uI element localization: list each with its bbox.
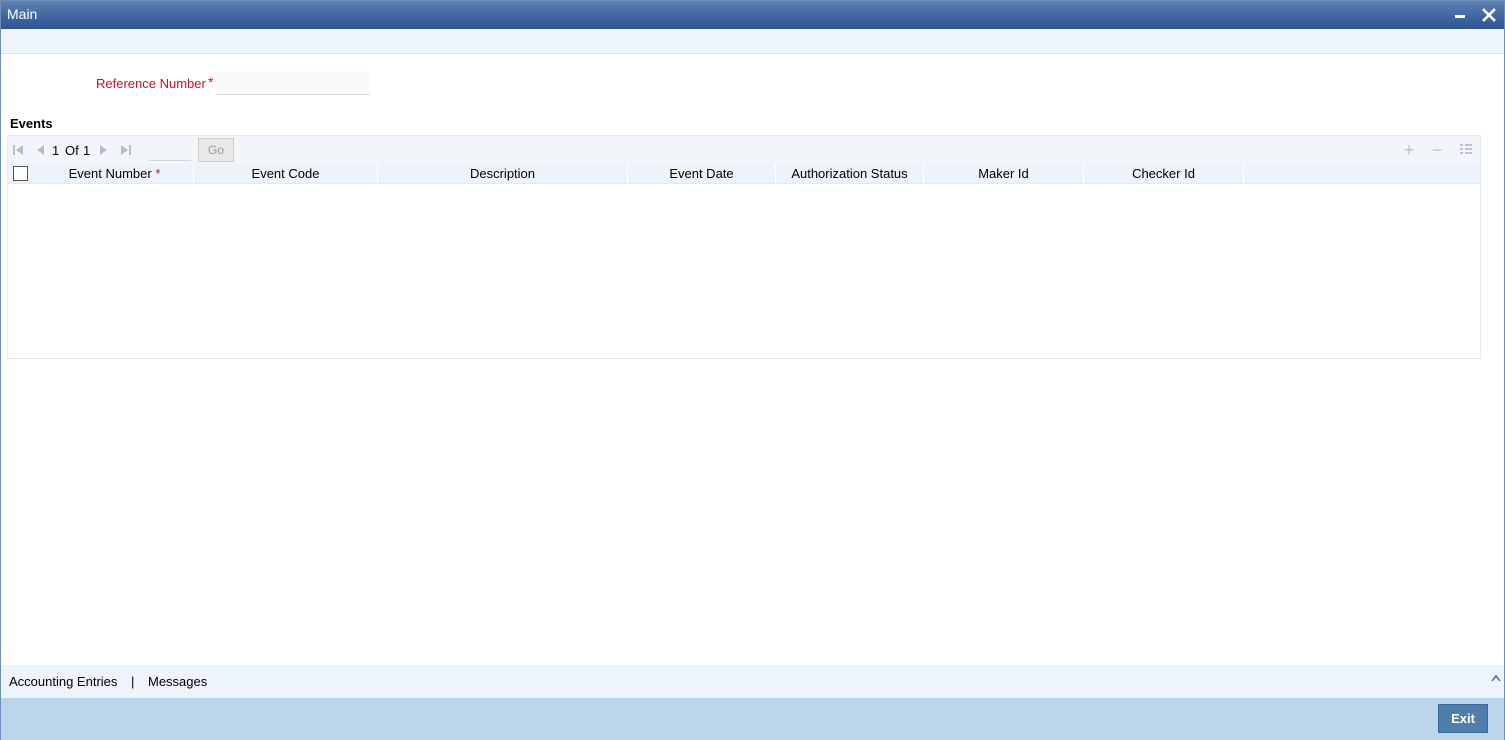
reference-number-label-text: Reference Number xyxy=(96,76,206,91)
reference-number-label: Reference Number * xyxy=(96,74,213,91)
tab-accounting-entries[interactable]: Accounting Entries xyxy=(9,674,117,689)
previous-page-icon[interactable] xyxy=(34,144,46,159)
add-row-icon[interactable]: + xyxy=(1401,141,1417,159)
close-icon[interactable] xyxy=(1479,5,1499,25)
page-of-label: Of xyxy=(65,143,79,158)
chevron-up-icon[interactable] xyxy=(1491,670,1501,682)
current-page: 1 xyxy=(52,143,60,158)
select-all-checkbox[interactable] xyxy=(13,166,28,181)
view-list-icon[interactable] xyxy=(1458,142,1474,158)
grid-pager: 1 Of 1 Go + − xyxy=(8,136,1480,164)
tab-messages[interactable]: Messages xyxy=(148,674,207,689)
footer-tabs: Accounting Entries | Messages xyxy=(1,665,1504,698)
col-event-number[interactable]: Event Number * xyxy=(36,164,194,184)
tab-separator: | xyxy=(131,674,135,689)
col-event-date[interactable]: Event Date xyxy=(628,164,776,184)
delete-row-icon[interactable]: − xyxy=(1429,141,1445,159)
reference-number-row: Reference Number * xyxy=(1,71,401,95)
title-bar: Main xyxy=(1,1,1504,29)
required-asterisk: * xyxy=(208,74,214,90)
reference-number-input[interactable] xyxy=(216,71,370,95)
col-event-code[interactable]: Event Code xyxy=(194,164,378,184)
page-number-input[interactable] xyxy=(149,139,191,161)
minimize-icon[interactable] xyxy=(1451,5,1471,25)
bottom-action-bar: Exit xyxy=(1,698,1504,740)
col-maker-id[interactable]: Maker Id xyxy=(924,164,1084,184)
grid-header: Event Number * Event Code Description Ev… xyxy=(8,164,1480,184)
last-page-icon[interactable] xyxy=(120,144,132,159)
main-window: Main Reference Number * Events 1 Of 1 Go… xyxy=(0,0,1505,740)
first-page-icon[interactable] xyxy=(12,144,24,159)
toolbar-strip xyxy=(1,29,1504,54)
events-section-title: Events xyxy=(10,116,53,131)
total-pages: 1 xyxy=(83,143,91,158)
go-button[interactable]: Go xyxy=(198,138,234,162)
col-description[interactable]: Description xyxy=(378,164,628,184)
exit-button[interactable]: Exit xyxy=(1438,704,1488,733)
col-checker-id[interactable]: Checker Id xyxy=(1084,164,1244,184)
events-grid: 1 Of 1 Go + − Event Number * Event Code xyxy=(7,135,1481,359)
next-page-icon[interactable] xyxy=(98,144,110,159)
col-event-number-label: Event Number xyxy=(68,166,152,181)
window-title: Main xyxy=(7,6,38,22)
col-authorization-status[interactable]: Authorization Status xyxy=(776,164,924,184)
required-asterisk: * xyxy=(155,166,161,181)
